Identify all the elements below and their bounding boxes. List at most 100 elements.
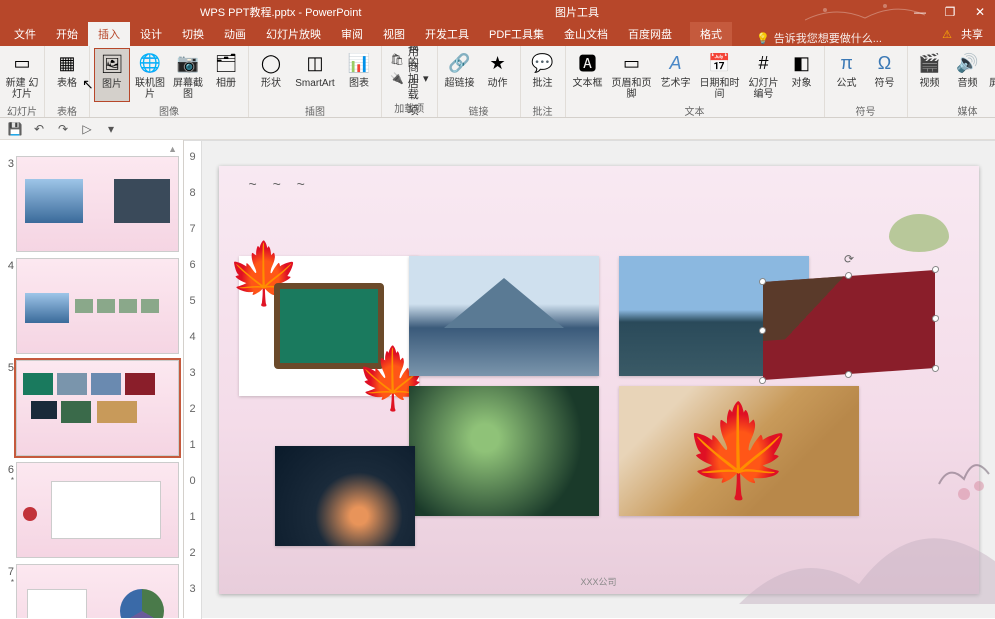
slide-canvas[interactable]: ~ ~ ~ 🍁 🍁 ⟳ [219,166,979,594]
symbol-icon: Ω [872,50,898,76]
thumb-num: 4 [8,260,14,272]
slide-number-button[interactable]: #幻灯片 编号 [746,48,782,102]
shapes-icon: ◯ [258,50,284,76]
tab-slideshow[interactable]: 幻灯片放映 [256,22,331,46]
tab-animations[interactable]: 动画 [214,22,256,46]
action-icon: ★ [485,50,511,76]
selected-picture-red-temple[interactable]: ⟳ [763,270,935,380]
inserted-picture-cityscape-night[interactable] [275,446,415,546]
my-addins-button[interactable]: 🔌我的加载项 ▾ [386,69,433,87]
group-comments: 💬批注 批注 [521,46,566,117]
tables-button[interactable]: ▦表格 [49,48,85,102]
online-pictures-button[interactable]: 🌐联机图片 [132,48,168,102]
share-button[interactable]: ⚠ 共享 [936,22,989,46]
object-icon: ◧ [789,50,815,76]
group-label-comments: 批注 [533,102,553,120]
slide-footer-text: XXX公司 [580,575,616,588]
new-slide-button[interactable]: ▭新建 幻灯片 [4,48,40,102]
datetime-button[interactable]: 📅日期和时间 [696,48,744,102]
tab-transitions[interactable]: 切换 [172,22,214,46]
tab-home[interactable]: 开始 [46,22,88,46]
tab-baidu[interactable]: 百度网盘 [618,22,682,46]
audio-button[interactable]: 🔊音频 [950,48,986,102]
action-button[interactable]: ★动作 [480,48,516,102]
smartart-button[interactable]: ◫SmartArt [291,48,339,102]
animation-star-icon: * [4,476,14,485]
resize-handle-s[interactable] [845,371,852,378]
redo-button[interactable]: ↷ [54,120,72,138]
group-media: 🎬视频 🔊音频 ⏺屏幕 录制 媒体 [908,46,995,117]
start-slideshow-button[interactable]: ▷ [78,120,96,138]
tab-format[interactable]: 格式 [690,22,732,46]
group-label-images: 图像 [159,102,179,120]
resize-handle-nw[interactable] [759,278,766,285]
picture-tools-label: 图片工具 [555,4,599,20]
screen-recording-button[interactable]: ⏺屏幕 录制 [988,48,995,102]
screenshot-button[interactable]: 📷屏幕截图 [170,48,206,102]
thumbnail-6[interactable]: 6* [4,462,179,558]
vertical-ruler[interactable]: 9876543210123 [184,141,202,619]
inserted-picture-green-leaves[interactable] [409,386,599,516]
inserted-picture-mountain[interactable] [409,256,599,376]
group-label-symbols: 符号 [856,102,876,120]
rotate-handle-icon[interactable]: ⟳ [843,252,853,267]
tab-insert[interactable]: 插入 [88,22,130,46]
qat-more-button[interactable]: ▾ [102,120,120,138]
tab-pdftools[interactable]: PDF工具集 [479,22,554,46]
wordart-button[interactable]: A艺术字 [658,48,694,102]
thumb-num: 7 [8,566,14,578]
textbox-button[interactable]: 🅰文本框 [570,48,606,102]
hyperlink-button[interactable]: 🔗超链接 [442,48,478,102]
audio-icon: 🔊 [955,50,981,76]
tab-view[interactable]: 视图 [373,22,415,46]
resize-handle-w[interactable] [759,327,766,334]
comment-button[interactable]: 💬批注 [525,48,561,102]
resize-handle-ne[interactable] [932,266,939,273]
restore-button[interactable]: ❐ [935,0,965,24]
tab-review[interactable]: 审阅 [331,22,373,46]
tab-file[interactable]: 文件 [4,22,46,46]
inserted-picture-chalkboard[interactable]: 🍁 🍁 [239,256,419,396]
chart-button[interactable]: 📊图表 [341,48,377,102]
thumbnail-5[interactable]: 5 [4,360,179,456]
thumbnail-3[interactable]: 3 [4,156,179,252]
table-icon: ▦ [54,50,80,76]
equation-button[interactable]: π公式 [829,48,865,102]
tell-me-placeholder: 告诉我您想要做什么... [774,30,882,46]
header-footer-icon: ▭ [619,50,645,76]
shapes-button[interactable]: ◯形状 [253,48,289,102]
symbol-button[interactable]: Ω符号 [867,48,903,102]
header-footer-button[interactable]: ▭页眉和页脚 [608,48,656,102]
resize-handle-e[interactable] [932,315,939,322]
equation-icon: π [834,50,860,76]
album-icon: 🗂 [213,50,239,76]
pictures-button[interactable]: 🖼图片 [94,48,130,102]
minimize-button[interactable]: — [905,0,935,24]
resize-handle-se[interactable] [932,365,939,372]
photo-album-button[interactable]: 🗂相册 [208,48,244,102]
video-button[interactable]: 🎬视频 [912,48,948,102]
scroll-up-icon[interactable]: ▲ [168,144,177,156]
canvas-area[interactable]: ~ ~ ~ 🍁 🍁 ⟳ [202,141,995,619]
warning-icon: ⚠ [942,29,952,41]
tab-design[interactable]: 设计 [130,22,172,46]
tab-developer[interactable]: 开发工具 [415,22,479,46]
tell-me-search[interactable]: 💡 告诉我您想要做什么... [756,30,882,46]
undo-button[interactable]: ↶ [30,120,48,138]
close-button[interactable]: ✕ [965,0,995,24]
lightbulb-icon: 💡 [756,32,770,45]
thumbnail-panel[interactable]: ▲ 3 4 5 [0,140,184,618]
group-images: 🖼图片 🌐联机图片 📷屏幕截图 🗂相册 图像 [90,46,249,117]
video-icon: 🎬 [917,50,943,76]
thumbnail-4[interactable]: 4 [4,258,179,354]
tab-wpsdocs[interactable]: 金山文档 [554,22,618,46]
smartart-icon: ◫ [302,50,328,76]
resize-handle-n[interactable] [845,272,852,279]
group-tables: ▦表格 表格 [45,46,90,117]
resize-handle-sw[interactable] [759,377,766,384]
object-button[interactable]: ◧对象 [784,48,820,102]
save-button[interactable]: 💾 [6,120,24,138]
birds-decoration: ~ ~ ~ [249,176,311,192]
thumbnail-7[interactable]: 7* [4,564,179,618]
group-label-addins: 加载项 [394,99,424,117]
